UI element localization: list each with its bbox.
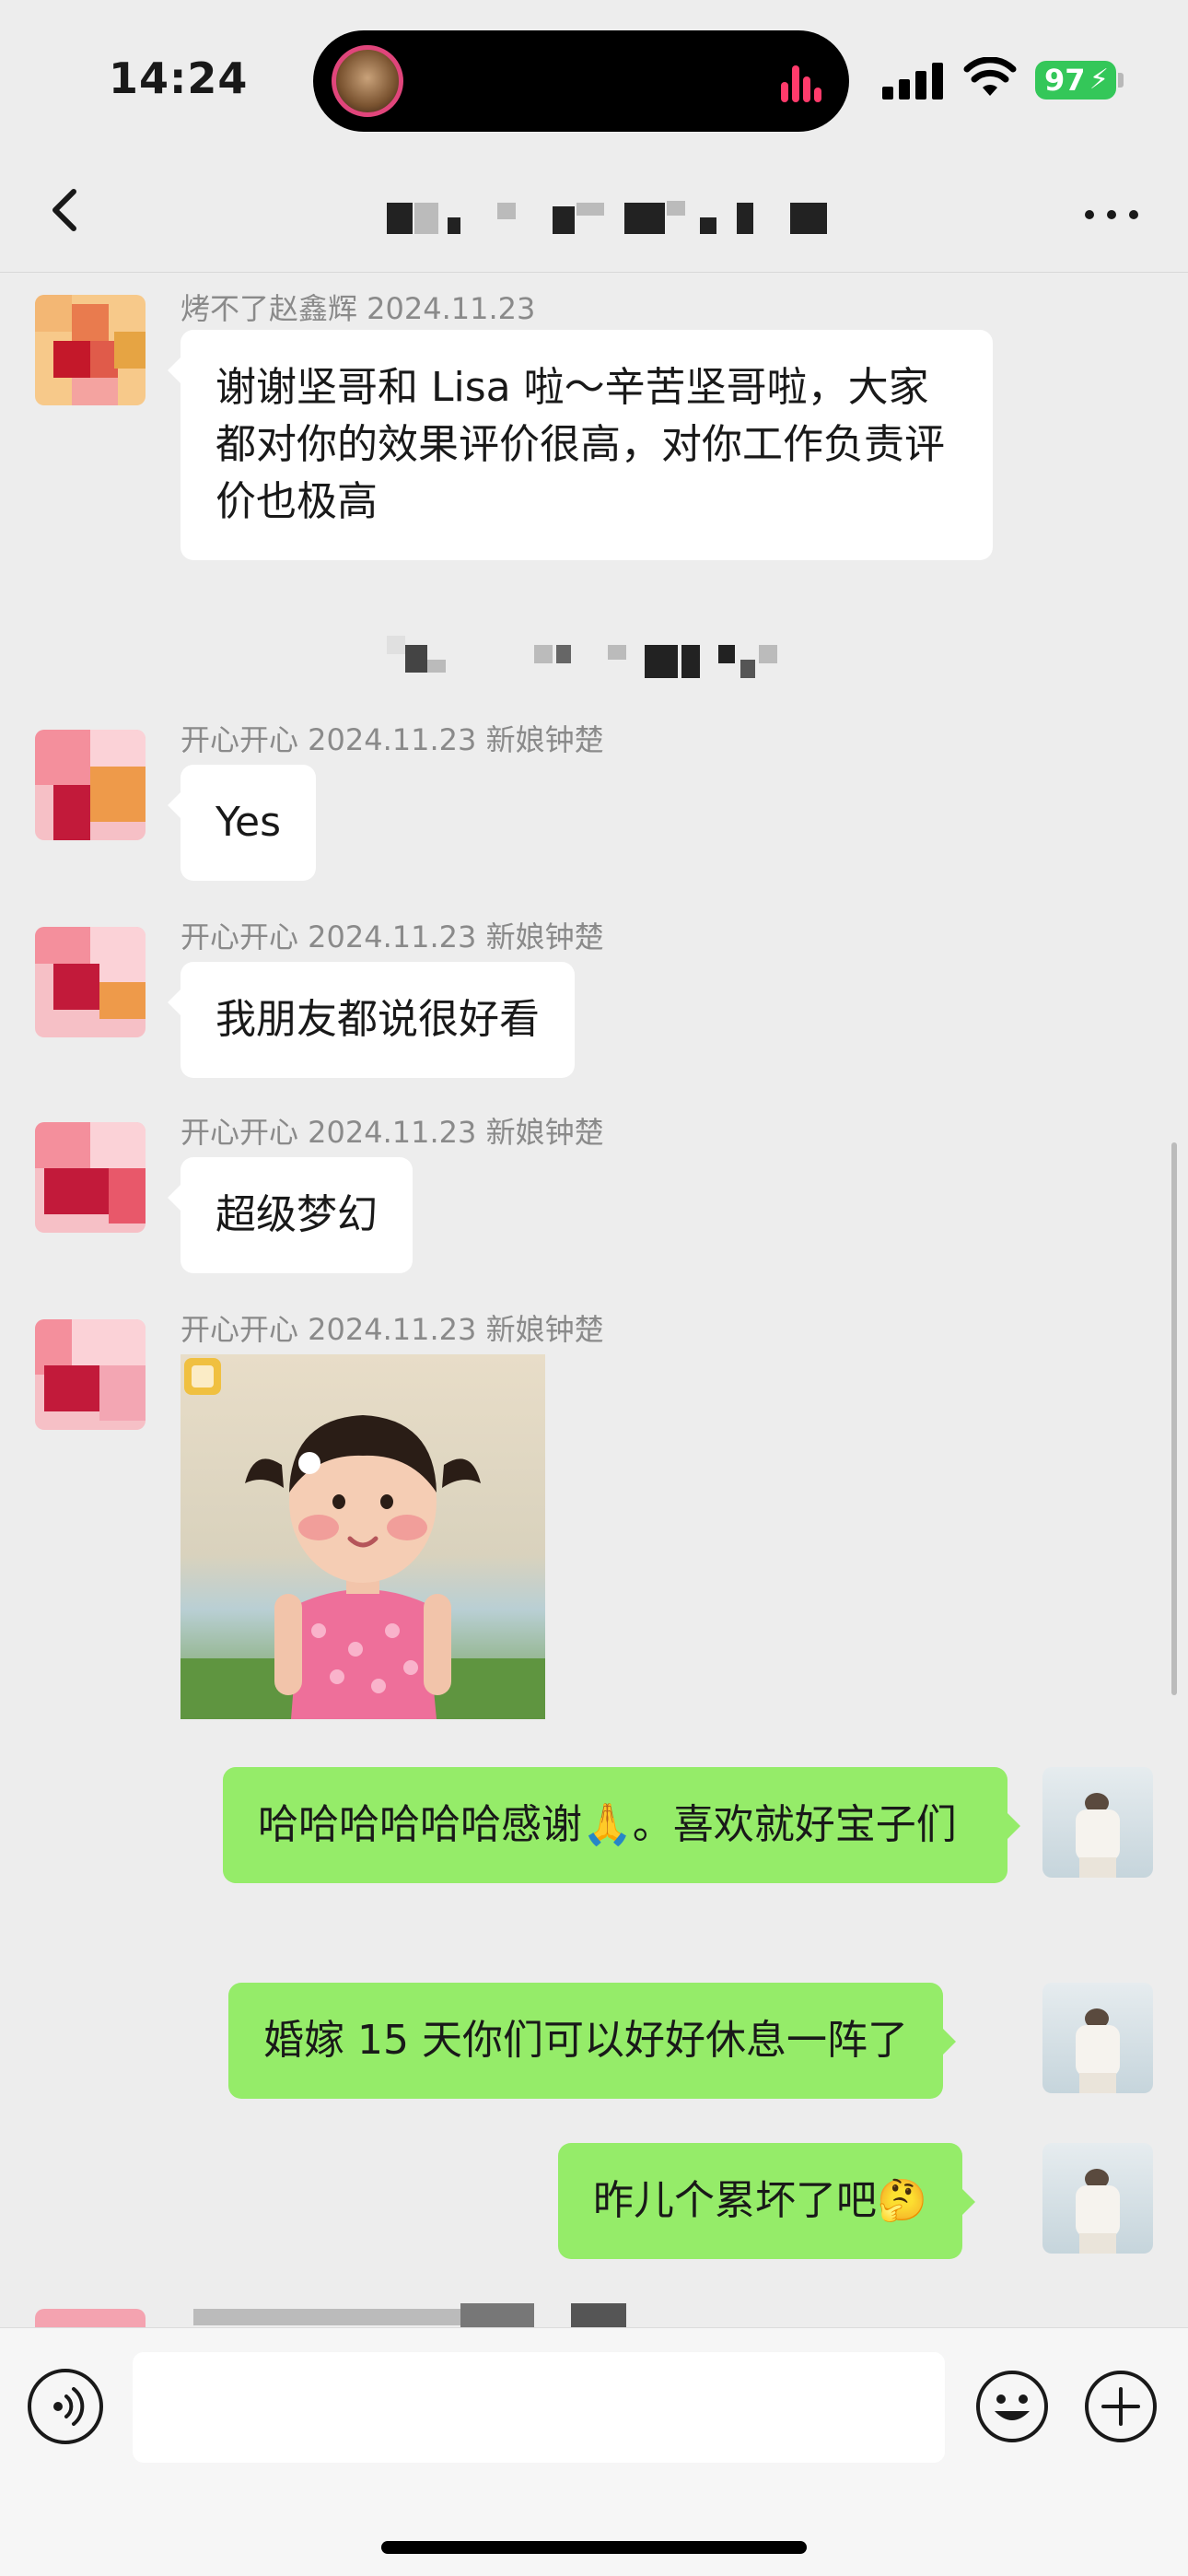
partial-next-message xyxy=(0,2303,1188,2327)
my-avatar[interactable] xyxy=(1042,1983,1153,2093)
more-options-icon[interactable] xyxy=(1079,199,1144,227)
audio-bars-icon xyxy=(781,65,821,102)
scrollbar[interactable] xyxy=(1171,1142,1177,1695)
sender-name: 开心开心 2024.11.23 新娘钟楚 xyxy=(181,1115,604,1150)
wifi-icon xyxy=(963,57,1017,96)
voice-icon[interactable] xyxy=(28,2369,103,2444)
avatar[interactable] xyxy=(35,1122,146,1233)
emoji-icon[interactable] xyxy=(974,2369,1050,2444)
chat-header xyxy=(0,157,1188,273)
sender-name: 开心开心 2024.11.23 新娘钟楚 xyxy=(181,1312,604,1347)
input-bar xyxy=(0,2327,1188,2576)
sender-name: 烤不了赵鑫辉 2024.11.23 xyxy=(181,291,536,326)
avatar[interactable] xyxy=(35,730,146,840)
censored-title xyxy=(0,157,1188,273)
message-bubble[interactable]: 超级梦幻 xyxy=(168,1157,413,1273)
sticker-image xyxy=(181,1354,545,1719)
charging-bolt-icon: ⚡ xyxy=(1089,64,1109,96)
little-girl-sticker[interactable] xyxy=(181,1354,545,1719)
plus-icon[interactable] xyxy=(1083,2369,1159,2444)
message-bubble[interactable]: 谢谢坚哥和 Lisa 啦～辛苦坚哥啦，大家都对你的效果评价很高，对你工作负责评价… xyxy=(168,330,993,560)
voice-wave-glyph xyxy=(53,2387,85,2426)
message-bubble[interactable]: 婚嫁 15 天你们可以好好休息一阵了 xyxy=(228,1983,956,2099)
message-bubble[interactable]: 哈哈哈哈哈哈感谢🙏。喜欢就好宝子们 xyxy=(223,1767,1020,1883)
battery-indicator: 97 ⚡ xyxy=(1035,61,1116,100)
now-playing-avatar xyxy=(332,45,403,117)
censored-system-notice xyxy=(387,626,829,682)
home-indicator[interactable] xyxy=(381,2541,807,2554)
avatar[interactable] xyxy=(35,1319,146,1430)
message-bubble[interactable]: 昨儿个累坏了吧🤔 xyxy=(558,2143,975,2259)
my-avatar[interactable] xyxy=(1042,2143,1153,2254)
message-input[interactable] xyxy=(133,2352,945,2463)
dynamic-island[interactable] xyxy=(313,30,849,132)
message-bubble[interactable]: 我朋友都说很好看 xyxy=(168,962,575,1078)
sender-name: 开心开心 2024.11.23 新娘钟楚 xyxy=(181,722,604,757)
message-bubble[interactable]: Yes xyxy=(167,765,317,881)
avatar[interactable] xyxy=(35,295,146,405)
my-avatar[interactable] xyxy=(1042,1767,1153,1878)
status-time: 14:24 xyxy=(109,53,249,103)
avatar[interactable] xyxy=(35,927,146,1037)
battery-level: 97 xyxy=(1044,63,1086,98)
battery-cap xyxy=(1118,73,1124,88)
sender-name: 开心开心 2024.11.23 新娘钟楚 xyxy=(181,919,604,954)
cellular-signal-icon xyxy=(882,63,947,100)
status-bar: 14:24 97 ⚡ xyxy=(0,0,1188,157)
